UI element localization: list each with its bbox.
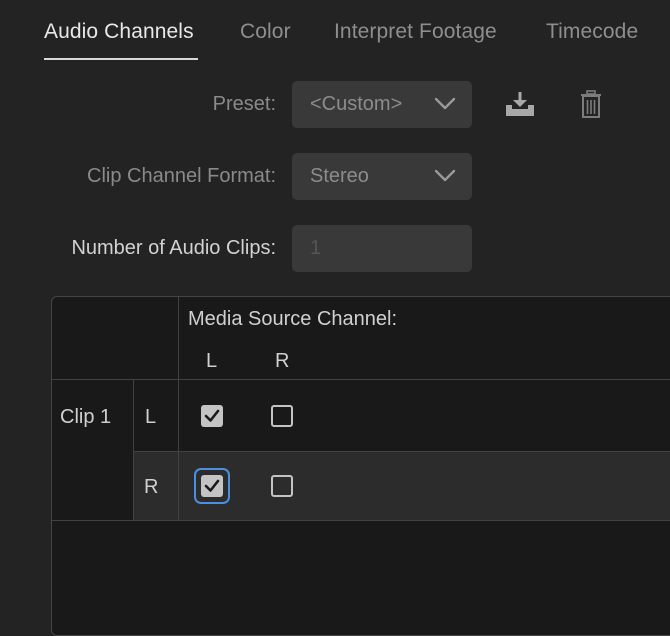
row-divider [52, 520, 670, 521]
checkbox-clip1-l-source-l[interactable] [201, 405, 223, 427]
source-column-r: R [275, 350, 290, 372]
clip-channel-format-label: Clip Channel Format: [87, 165, 276, 187]
chevron-down-icon [434, 97, 456, 110]
column-divider [178, 297, 179, 521]
clip-channel-l: L [145, 406, 157, 428]
clip-channel-format-value: Stereo [310, 165, 369, 187]
preset-value: <Custom> [310, 93, 403, 115]
number-of-audio-clips-label: Number of Audio Clips: [71, 237, 276, 259]
active-tab-indicator [44, 58, 198, 60]
source-column-l: L [206, 350, 218, 372]
checkmark-icon [204, 479, 220, 492]
clip-name: Clip 1 [60, 406, 112, 428]
media-source-channel-header: Media Source Channel: [188, 308, 398, 330]
number-of-audio-clips-input[interactable]: 1 [292, 225, 472, 272]
preset-dropdown[interactable]: <Custom> [292, 81, 472, 128]
clip-channel-format-dropdown[interactable]: Stereo [292, 153, 472, 200]
checkbox-clip1-r-source-r[interactable] [271, 475, 293, 497]
trash-icon[interactable] [580, 90, 602, 118]
checkmark-icon [204, 409, 220, 422]
tab-audio-channels[interactable]: Audio Channels [44, 20, 194, 44]
tab-color[interactable]: Color [240, 20, 291, 44]
row-divider [134, 451, 670, 452]
tab-interpret-footage[interactable]: Interpret Footage [334, 20, 497, 44]
tab-timecode[interactable]: Timecode [546, 20, 638, 44]
clip-channel-r: R [144, 476, 159, 498]
preset-label: Preset: [212, 93, 276, 115]
number-of-audio-clips-value: 1 [310, 237, 322, 259]
chevron-down-icon [434, 169, 456, 182]
save-preset-icon[interactable] [504, 91, 536, 117]
tab-bar: Audio Channels Color Interpret Footage T… [0, 0, 670, 64]
row-divider [52, 379, 670, 380]
checkbox-clip1-l-source-r[interactable] [271, 405, 293, 427]
checkbox-clip1-r-source-l[interactable] [201, 475, 223, 497]
